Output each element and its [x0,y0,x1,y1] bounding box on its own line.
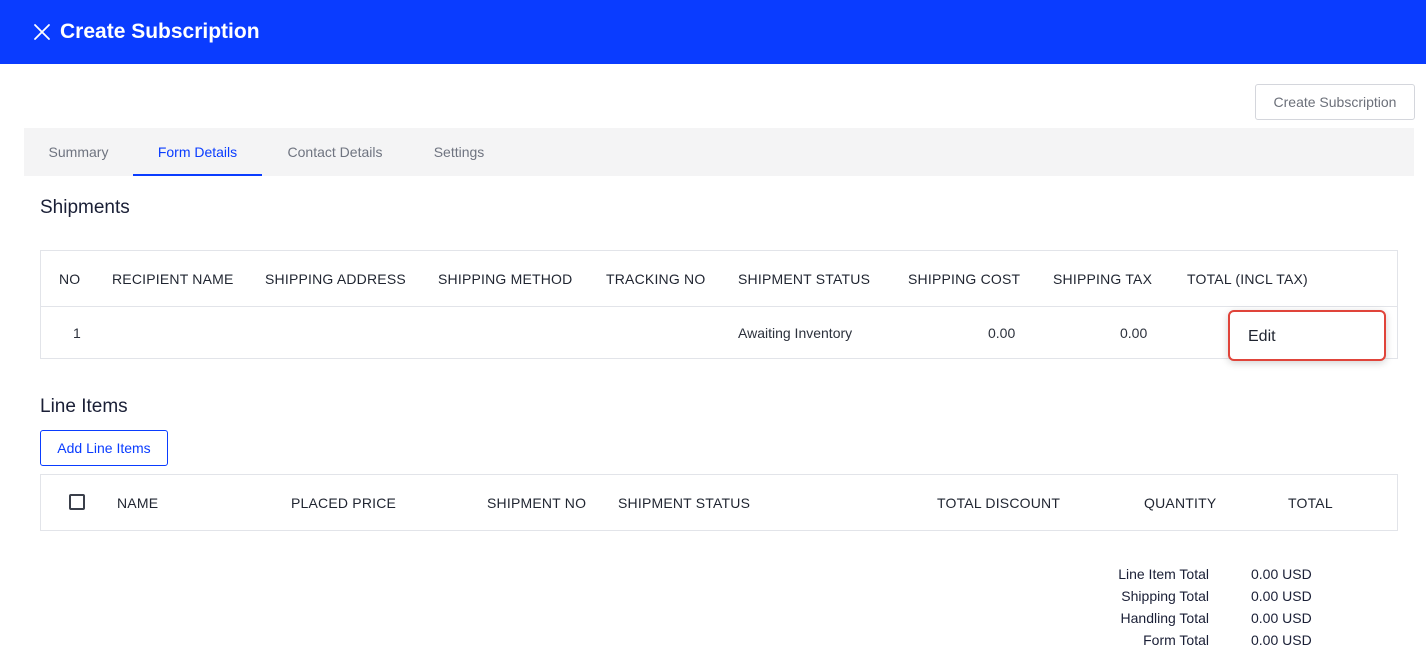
tab-contact-details[interactable]: Contact Details [262,128,408,176]
column-header: NO [59,271,81,287]
create-subscription-button[interactable]: Create Subscription [1255,84,1415,120]
column-header: QUANTITY [1144,495,1217,511]
shipments-table: NO RECIPIENT NAME SHIPPING ADDRESS SHIPP… [40,250,1398,359]
shipping-total-label: Shipping Total [1121,588,1209,604]
column-header: SHIPPING COST [908,271,1021,287]
tab-form-details[interactable]: Form Details [133,128,262,176]
row-action-menu: Edit [1228,310,1386,361]
form-total-value: 0.00 USD [1251,632,1312,648]
cell-shipment-status: Awaiting Inventory [738,325,853,341]
cell-no: 1 [73,325,81,341]
page-title: Create Subscription [60,20,260,43]
column-header: TOTAL [1288,495,1333,511]
add-line-items-button[interactable]: Add Line Items [40,430,168,466]
line-item-total-value: 0.00 USD [1251,566,1312,582]
column-header: SHIPMENT STATUS [618,495,751,511]
handling-total-value: 0.00 USD [1251,610,1312,626]
column-header: NAME [117,495,159,511]
close-icon[interactable] [33,23,51,41]
tab-bar: Summary Form Details Contact Details Set… [24,128,1414,176]
column-header: TOTAL (INCL TAX) [1187,271,1308,287]
column-header: SHIPPING TAX [1053,271,1153,287]
top-bar: Create Subscription [0,0,1426,64]
select-all-checkbox[interactable] [69,494,85,510]
cell-shipping-tax: 0.00 [1120,325,1148,341]
form-total-label: Form Total [1143,632,1209,648]
shipping-total-value: 0.00 USD [1251,588,1312,604]
column-header: RECIPIENT NAME [112,271,234,287]
line-items-table: NAME PLACED PRICE SHIPMENT NO SHIPMENT S… [40,474,1398,531]
column-header: SHIPMENT NO [487,495,587,511]
column-header: PLACED PRICE [291,495,397,511]
row-divider [41,306,1397,307]
column-header: TRACKING NO [606,271,706,287]
handling-total-label: Handling Total [1120,610,1209,626]
column-header: SHIPPING METHOD [438,271,573,287]
cell-shipping-cost: 0.00 [988,325,1016,341]
column-header: TOTAL DISCOUNT [937,495,1061,511]
column-header: SHIPMENT STATUS [738,271,871,287]
shipments-title: Shipments [40,197,130,218]
tab-settings[interactable]: Settings [408,128,510,176]
edit-menu-item[interactable]: Edit [1248,327,1276,347]
line-items-title: Line Items [40,396,128,417]
line-item-total-label: Line Item Total [1118,566,1209,582]
column-header: SHIPPING ADDRESS [265,271,406,287]
tab-summary[interactable]: Summary [24,128,133,176]
